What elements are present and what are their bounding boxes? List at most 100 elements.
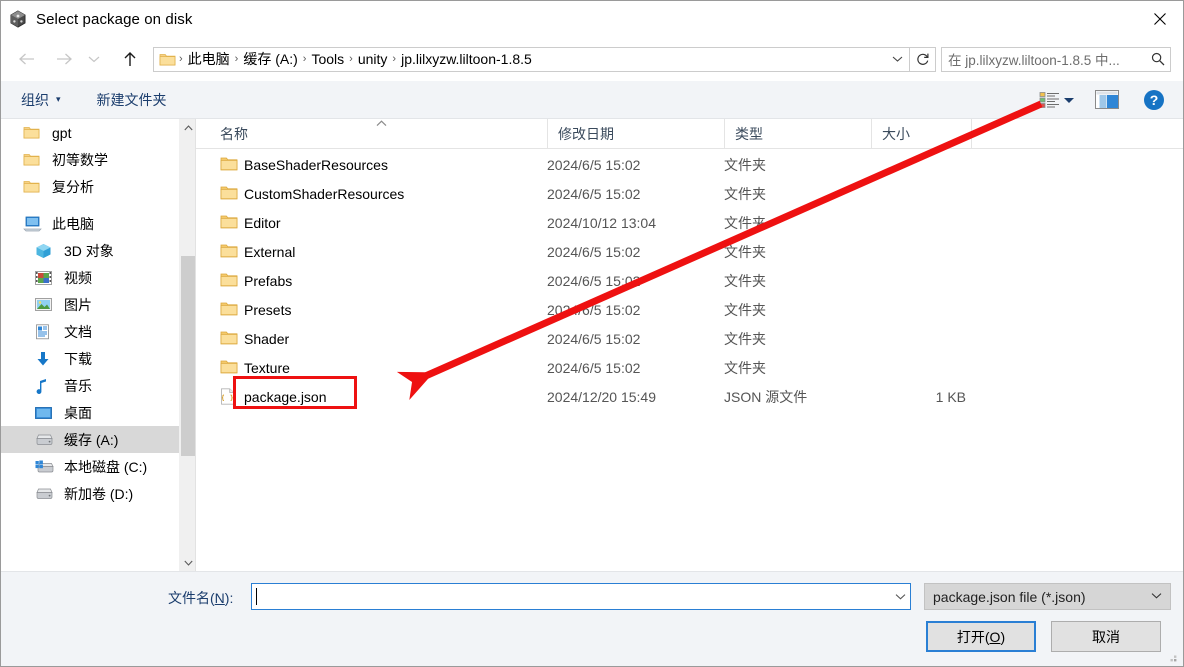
- sidebar-item-label: 音乐: [64, 377, 92, 394]
- file-type: 文件夹: [724, 330, 766, 347]
- file-name: Presets: [244, 301, 292, 318]
- chevron-down-icon[interactable]: [887, 48, 907, 71]
- refresh-icon[interactable]: [910, 46, 936, 72]
- sidebar-item-label: 新加卷 (D:): [64, 485, 134, 502]
- this-pc-icon: [23, 215, 45, 233]
- sidebar-item-pictures[interactable]: 图片: [1, 291, 179, 318]
- organize-button[interactable]: 组织 ▾: [15, 87, 67, 113]
- sidebar-item-this-pc[interactable]: 此电脑: [1, 210, 179, 237]
- file-type-filter-dropdown[interactable]: package.json file (*.json): [924, 583, 1171, 610]
- sidebar-item-label: 缓存 (A:): [64, 431, 119, 448]
- forward-arrow-icon[interactable]: [49, 44, 79, 74]
- file-size: [871, 324, 966, 353]
- sidebar-item-elementary-math[interactable]: 初等数学: [1, 146, 179, 173]
- new-folder-label: 新建文件夹: [96, 91, 167, 108]
- back-arrow-icon[interactable]: [11, 44, 41, 74]
- sidebar-item-label: gpt: [52, 124, 72, 141]
- breadcrumb-item-3[interactable]: unity: [354, 51, 392, 67]
- file-type: 文件夹: [724, 272, 766, 289]
- file-name-input[interactable]: [251, 583, 911, 610]
- file-type: 文件夹: [724, 214, 766, 231]
- json-file-icon: [220, 388, 238, 405]
- downloads-icon: [35, 350, 57, 368]
- sidebar-item-label: 初等数学: [52, 151, 108, 168]
- folder-icon: [23, 124, 45, 142]
- help-icon[interactable]: ?: [1143, 87, 1165, 113]
- folder-icon: [220, 214, 238, 231]
- file-name-label-post: ):: [224, 590, 234, 606]
- table-row[interactable]: BaseShaderResources 2024/6/5 15:02 文件夹: [196, 150, 1183, 179]
- scrollbar-thumb[interactable]: [181, 256, 195, 456]
- search-box[interactable]: 在 jp.lilxyzw.liltoon-1.8.5 中...: [941, 46, 1171, 72]
- table-row[interactable]: CustomShaderResources 2024/6/5 15:02 文件夹: [196, 179, 1183, 208]
- table-row[interactable]: Presets 2024/6/5 15:02 文件夹: [196, 295, 1183, 324]
- file-type: JSON 源文件: [724, 388, 808, 405]
- breadcrumb-item-4[interactable]: jp.lilxyzw.liltoon-1.8.5: [397, 51, 536, 67]
- recent-locations-chevron-icon[interactable]: [83, 44, 105, 74]
- navigation-sidebar[interactable]: gpt 初等数学 复分析 此电脑 3D 对象 视频 图片 文档 下载 音乐 桌面…: [1, 119, 179, 571]
- file-size: [871, 295, 966, 324]
- chevron-down-icon[interactable]: [1151, 591, 1162, 602]
- close-button[interactable]: [1137, 1, 1183, 37]
- organize-label: 组织: [21, 91, 49, 108]
- file-list-pane[interactable]: 名称 修改日期 类型 大小 BaseShaderResources 2024/6…: [196, 119, 1183, 571]
- file-type: 文件夹: [724, 156, 766, 173]
- folder-icon: [220, 301, 238, 318]
- sidebar-item-music[interactable]: 音乐: [1, 372, 179, 399]
- address-bar[interactable]: › 此电脑 › 缓存 (A:) › Tools › unity › jp.lil…: [153, 46, 910, 72]
- open-button-label-pre: 打开(: [956, 628, 990, 645]
- chevron-down-icon[interactable]: [890, 593, 910, 600]
- file-date: 2024/6/5 15:02: [547, 330, 641, 347]
- 3d-objects-icon: [35, 242, 57, 260]
- table-row[interactable]: Shader 2024/6/5 15:02 文件夹: [196, 324, 1183, 353]
- sidebar-item-downloads[interactable]: 下载: [1, 345, 179, 372]
- file-size: [871, 237, 966, 266]
- breadcrumb-item-2[interactable]: Tools: [307, 51, 348, 67]
- column-header-label: 名称: [220, 126, 248, 142]
- new-folder-button[interactable]: 新建文件夹: [91, 87, 173, 113]
- table-row[interactable]: package.json 2024/12/20 15:49 JSON 源文件 1…: [196, 382, 1183, 411]
- sidebar-scrollbar[interactable]: [179, 119, 195, 571]
- sidebar-item-3d-objects[interactable]: 3D 对象: [1, 237, 179, 264]
- table-row[interactable]: Texture 2024/6/5 15:02 文件夹: [196, 353, 1183, 382]
- scroll-down-arrow-icon[interactable]: [180, 554, 196, 571]
- sidebar-item-complex-analysis[interactable]: 复分析: [1, 173, 179, 200]
- sidebar-item-desktop[interactable]: 桌面: [1, 399, 179, 426]
- sidebar-item-gpt[interactable]: gpt: [1, 119, 179, 146]
- sidebar-item-label: 文档: [64, 323, 92, 340]
- resize-grip[interactable]: [1166, 650, 1178, 662]
- search-input[interactable]: 在 jp.lilxyzw.liltoon-1.8.5 中...: [942, 49, 1146, 69]
- sidebar-item-documents[interactable]: 文档: [1, 318, 179, 345]
- file-name: package.json: [244, 388, 327, 405]
- unity-cube-icon: [8, 9, 28, 29]
- open-button[interactable]: 打开(O): [926, 621, 1036, 652]
- column-header-date-modified[interactable]: 修改日期: [547, 119, 724, 149]
- sidebar-item-new-volume-d[interactable]: 新加卷 (D:): [1, 480, 179, 507]
- scroll-up-arrow-icon[interactable]: [180, 119, 196, 136]
- file-size: [871, 266, 966, 295]
- sidebar-item-local-disk-c[interactable]: 本地磁盘 (C:): [1, 453, 179, 480]
- table-row[interactable]: External 2024/6/5 15:02 文件夹: [196, 237, 1183, 266]
- sidebar-item-cache-drive-a[interactable]: 缓存 (A:): [1, 426, 179, 453]
- column-header-type[interactable]: 类型: [724, 119, 871, 149]
- breadcrumb-item-0[interactable]: 此电脑: [184, 49, 234, 69]
- up-arrow-icon[interactable]: [115, 44, 145, 74]
- file-name: BaseShaderResources: [244, 156, 388, 173]
- chevron-down-icon: ▾: [56, 94, 61, 104]
- file-name: Shader: [244, 330, 290, 347]
- cancel-button-label: 取消: [1092, 628, 1120, 645]
- column-header-name[interactable]: 名称: [196, 119, 547, 149]
- file-name-label-pre: 文件名(: [168, 590, 215, 606]
- file-open-dialog: Select package on disk › 此电脑 › 缓存 (A:) ›…: [0, 0, 1184, 667]
- view-options-icon[interactable]: [1039, 87, 1061, 113]
- breadcrumb-item-1[interactable]: 缓存 (A:): [239, 49, 301, 69]
- drive-icon: [35, 485, 57, 503]
- table-row[interactable]: Prefabs 2024/6/5 15:02 文件夹: [196, 266, 1183, 295]
- column-header-size[interactable]: 大小: [871, 119, 971, 149]
- sidebar-item-label: 桌面: [64, 404, 92, 421]
- sidebar-item-videos[interactable]: 视频: [1, 264, 179, 291]
- cancel-button[interactable]: 取消: [1051, 621, 1161, 652]
- view-options-chevron-icon[interactable]: [1063, 87, 1075, 113]
- preview-pane-icon[interactable]: [1095, 87, 1119, 113]
- table-row[interactable]: Editor 2024/10/12 13:04 文件夹: [196, 208, 1183, 237]
